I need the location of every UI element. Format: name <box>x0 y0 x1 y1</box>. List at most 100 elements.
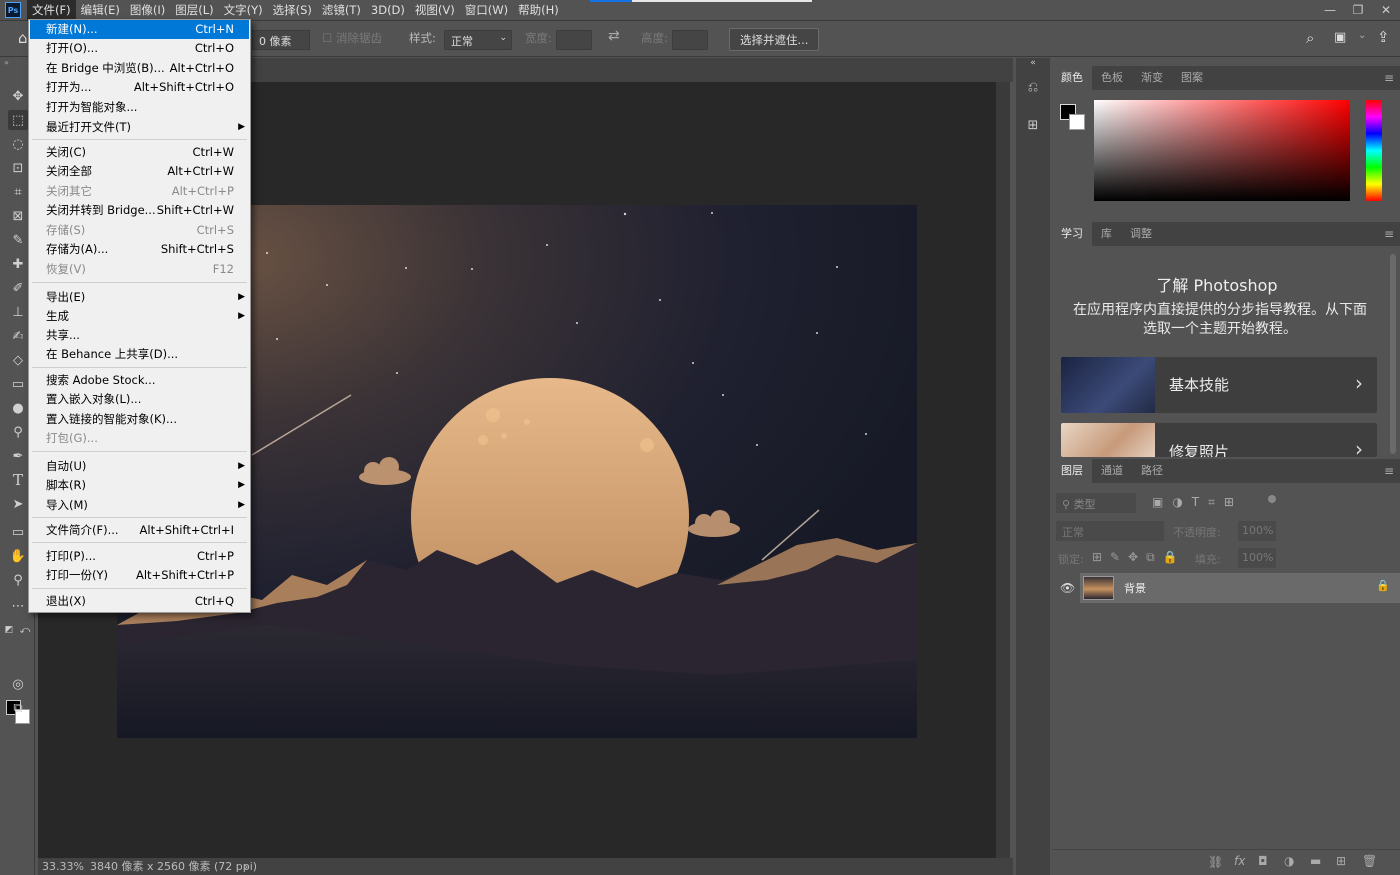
select-and-mask-button[interactable]: 选择并遮住... <box>729 28 820 51</box>
screen-mode-icon[interactable]: ⧉ <box>8 698 28 718</box>
type-tool-icon[interactable]: T <box>8 470 28 490</box>
visibility-eye-icon[interactable]: 👁 <box>1060 581 1075 595</box>
trash-icon[interactable]: 🗑 <box>1362 854 1377 868</box>
menu-item-close-go-bridge[interactable]: 关闭并转到 Bridge... Shift+Ctrl+W <box>30 201 249 220</box>
menu-item-share[interactable]: 共享... <box>30 326 249 345</box>
lasso-tool-icon[interactable]: ◌ <box>8 134 28 154</box>
tab-adjustments[interactable]: 调整 <box>1121 222 1161 246</box>
eyedropper-tool-icon[interactable]: ✎ <box>8 230 28 250</box>
menu-item-export[interactable]: 导出(E) ▶ <box>30 288 249 307</box>
add-mask-icon[interactable]: ◘ <box>1258 854 1268 868</box>
path-select-tool-icon[interactable]: ➤ <box>8 494 28 514</box>
menu-item-print-one[interactable]: 打印一份(Y) Alt+Shift+Ctrl+P <box>30 566 249 585</box>
menu-item-search-stock[interactable]: 搜索 Adobe Stock... <box>30 371 249 390</box>
menu-item-share-behance[interactable]: 在 Behance 上共享(D)... <box>30 345 249 364</box>
dodge-tool-icon[interactable]: ⚲ <box>8 422 28 442</box>
close-button[interactable]: ✕ <box>1372 0 1400 21</box>
quick-mask-icon[interactable]: ◎ <box>8 674 28 694</box>
menu-item-open-as[interactable]: 打开为... Alt+Shift+Ctrl+O <box>30 78 249 97</box>
share-icon[interactable]: ⇪ <box>1377 28 1390 46</box>
learn-card-basic-skills[interactable]: 基本技能 › <box>1061 357 1377 413</box>
panel-menu-icon[interactable]: ≡ <box>1384 464 1394 478</box>
menu-item-close-all[interactable]: 关闭全部 Alt+Ctrl+W <box>30 162 249 181</box>
menu-item-recent-files[interactable]: 最近打开文件(T) ▶ <box>30 118 249 137</box>
more-tools-icon[interactable]: ⋯ <box>8 596 28 616</box>
tab-paths[interactable]: 路径 <box>1132 459 1172 483</box>
lock-icons[interactable]: ⊞✎✥⧉🔒 <box>1092 550 1186 565</box>
blur-tool-icon[interactable]: ● <box>8 398 28 418</box>
menu-item-browse-bridge[interactable]: 在 Bridge 中浏览(B)... Alt+Ctrl+O <box>30 59 249 78</box>
menu-view[interactable]: 视图(V) <box>410 0 460 21</box>
menu-item-new[interactable]: 新建(N)... Ctrl+N <box>30 20 249 39</box>
color-field[interactable] <box>1094 100 1350 201</box>
tab-layers[interactable]: 图层 <box>1052 459 1092 483</box>
menu-select[interactable]: 选择(S) <box>268 0 317 21</box>
restore-button[interactable]: ❐ <box>1344 0 1372 21</box>
feather-input[interactable]: 0 像素 <box>252 30 310 50</box>
background-color-swatch[interactable] <box>1069 114 1085 130</box>
zoom-level[interactable]: 33.33% <box>42 858 84 875</box>
height-input[interactable] <box>672 30 708 50</box>
layer-row-background[interactable]: 背景 🔒 <box>1080 573 1400 603</box>
menu-item-print[interactable]: 打印(P)... Ctrl+P <box>30 547 249 566</box>
menu-item-close-others[interactable]: 关闭其它 Alt+Ctrl+P <box>30 182 249 201</box>
tab-patterns[interactable]: 图案 <box>1172 66 1212 90</box>
tab-gradients[interactable]: 渐变 <box>1132 66 1172 90</box>
swap-icon[interactable]: ⇄ <box>608 28 620 44</box>
opacity-input[interactable]: 100% <box>1238 521 1276 541</box>
menu-filter[interactable]: 滤镜(T) <box>317 0 366 21</box>
menu-item-revert[interactable]: 恢复(V) F12 <box>30 260 249 279</box>
antialias-checkbox[interactable]: ☐ 消除锯齿 <box>322 30 382 46</box>
fill-input[interactable]: 100% <box>1238 548 1276 568</box>
menu-help[interactable]: 帮助(H) <box>513 0 564 21</box>
tab-channels[interactable]: 通道 <box>1092 459 1132 483</box>
learn-scrollbar[interactable] <box>1390 254 1396 454</box>
swap-colors-icon[interactable]: ⤺ <box>18 620 32 640</box>
menu-3d[interactable]: 3D(D) <box>366 0 410 21</box>
workspace-icon[interactable]: ▣ <box>1334 30 1346 45</box>
properties-panel-icon[interactable]: ⊞ <box>1024 118 1042 136</box>
menu-item-generate[interactable]: 生成 ▶ <box>30 307 249 326</box>
pen-tool-icon[interactable]: ✒ <box>8 446 28 466</box>
default-colors-icon[interactable]: ◩ <box>2 620 16 640</box>
menu-layer[interactable]: 图层(L) <box>170 0 218 21</box>
healing-tool-icon[interactable]: ✚ <box>8 254 28 274</box>
fx-icon[interactable]: fx <box>1234 854 1245 868</box>
marquee-tool-icon[interactable]: ⬚ <box>8 110 28 130</box>
width-input[interactable] <box>556 30 592 50</box>
menu-type[interactable]: 文字(Y) <box>219 0 268 21</box>
home-icon[interactable]: ⌂ <box>18 29 28 47</box>
menu-item-place-embedded[interactable]: 置入嵌入对象(L)... <box>30 390 249 409</box>
vertical-scrollbar[interactable] <box>996 82 1010 858</box>
stamp-tool-icon[interactable]: ⊥ <box>8 302 28 322</box>
chevron-right-icon[interactable]: › <box>244 858 248 875</box>
zoom-tool-icon[interactable]: ⚲ <box>8 570 28 590</box>
tab-color[interactable]: 颜色 <box>1052 66 1092 90</box>
link-layers-icon[interactable]: ⛓ <box>1208 855 1223 869</box>
menu-item-save-as[interactable]: 存储为(A)... Shift+Ctrl+S <box>30 240 249 259</box>
panel-menu-icon[interactable]: ≡ <box>1384 227 1394 241</box>
menu-item-scripts[interactable]: 脚本(R) ▶ <box>30 476 249 495</box>
menu-file[interactable]: 文件(F) <box>27 0 76 21</box>
learn-card-fix-photos[interactable]: 修复照片 › <box>1061 423 1377 457</box>
object-select-tool-icon[interactable]: ⊡ <box>8 158 28 178</box>
blend-mode-select[interactable]: 正常 <box>1056 521 1164 541</box>
menu-edit[interactable]: 编辑(E) <box>76 0 125 21</box>
brush-tool-icon[interactable]: ✐ <box>8 278 28 298</box>
menu-item-automate[interactable]: 自动(U) ▶ <box>30 457 249 476</box>
collapse-icon[interactable]: « <box>1024 58 1042 76</box>
gradient-tool-icon[interactable]: ▭ <box>8 374 28 394</box>
new-group-icon[interactable]: ▬ <box>1310 854 1321 868</box>
style-select[interactable]: 正常 ⌄ <box>444 30 512 50</box>
menu-item-open-smart-object[interactable]: 打开为智能对象... <box>30 98 249 117</box>
crop-tool-icon[interactable]: ⌗ <box>8 182 28 202</box>
rectangle-tool-icon[interactable]: ▭ <box>8 522 28 542</box>
eraser-tool-icon[interactable]: ◇ <box>8 350 28 370</box>
hue-slider[interactable] <box>1366 100 1382 201</box>
filter-toggle-icon[interactable] <box>1268 495 1276 503</box>
tab-learn[interactable]: 学习 <box>1052 222 1092 246</box>
minimize-button[interactable]: — <box>1316 0 1344 21</box>
menu-item-package[interactable]: 打包(G)... <box>30 429 249 448</box>
chevron-down-icon[interactable]: ⌄ <box>1358 30 1366 41</box>
menu-item-close[interactable]: 关闭(C) Ctrl+W <box>30 143 249 162</box>
